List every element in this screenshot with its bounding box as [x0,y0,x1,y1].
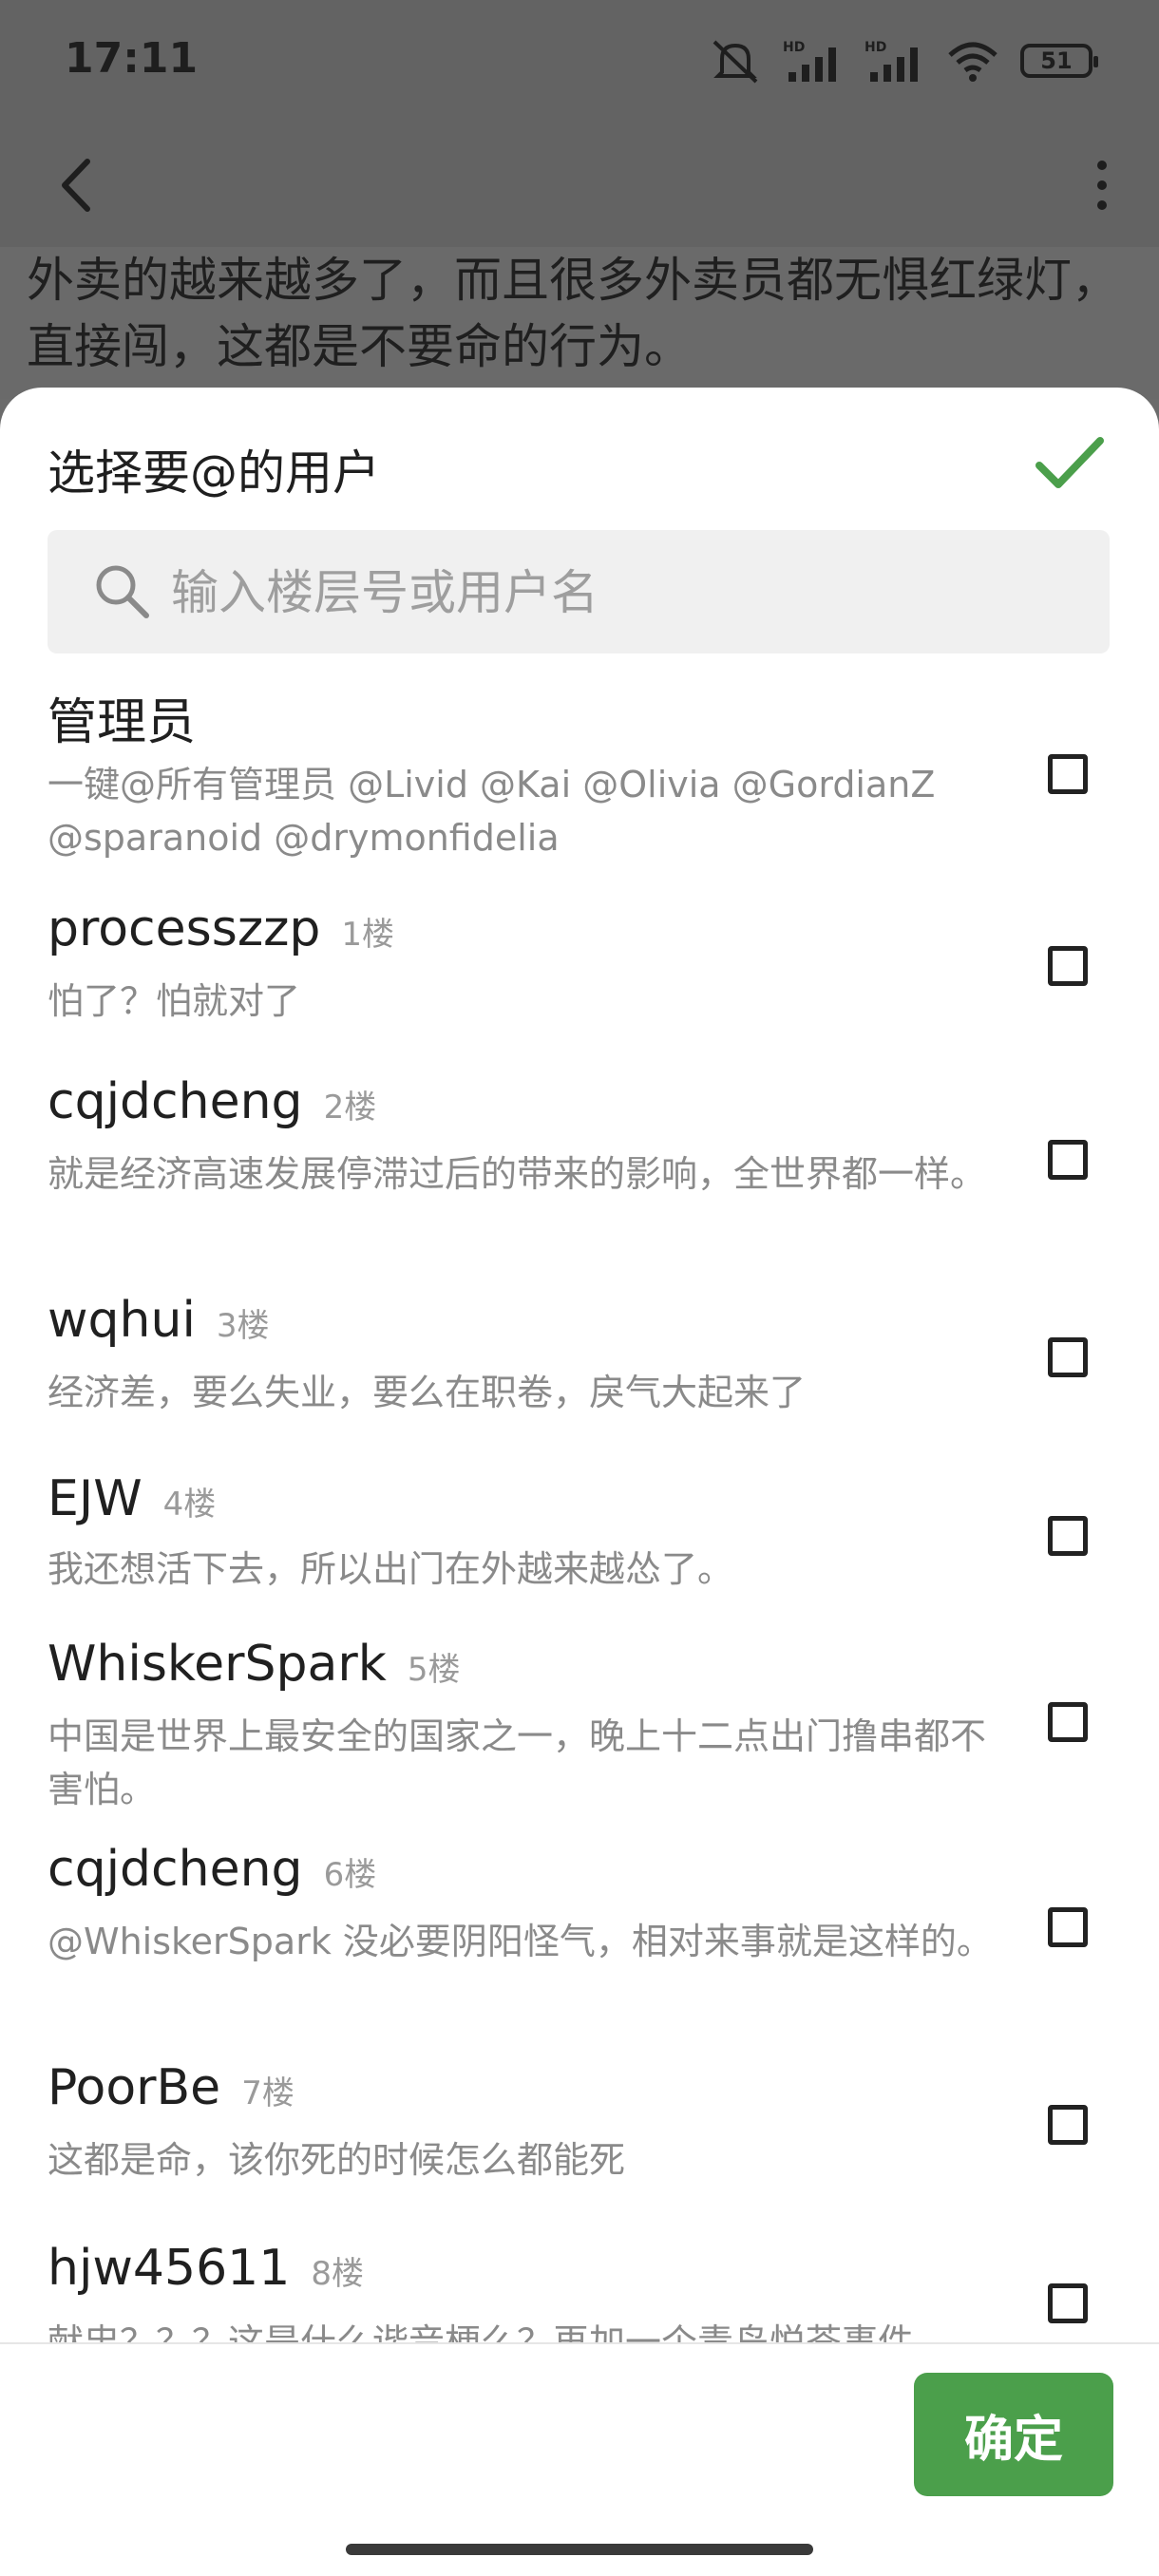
svg-text:HD: HD [783,40,805,55]
select-checkbox[interactable] [1048,1702,1088,1742]
user-name: wqhui 3楼 [48,1292,270,1349]
user-desc: 怕了？怕就对了 [48,980,301,1022]
user-name: hjw45611 8楼 [48,2240,364,2297]
select-checkbox[interactable] [1048,1140,1088,1180]
user-name: WhiskerSpark 5楼 [48,1636,461,1693]
floor-label: 8楼 [311,2255,364,2293]
user-name: PoorBe 7楼 [48,2059,294,2116]
select-checkbox[interactable] [1048,946,1088,986]
user-name-text: EJW [48,1470,142,1527]
battery-level: 51 [1040,47,1073,74]
home-indicator[interactable] [346,2544,813,2555]
select-checkbox[interactable] [1048,1907,1088,1947]
select-checkbox[interactable] [1048,754,1088,794]
user-name: 管理员 [48,682,196,753]
user-name-text: WhiskerSpark [48,1636,387,1693]
user-name: processzzp 1楼 [48,900,394,957]
user-name-text: processzzp [48,900,321,957]
floor-label: 4楼 [162,1486,217,1524]
back-arrow-icon[interactable] [48,152,104,218]
select-checkbox[interactable] [1048,1337,1088,1377]
user-desc: @WhiskerSpark 没必要阴阳怪气，相对来事就是这样的。 [48,1921,993,1962]
user-desc: 中国是世界上最安全的国家之一，晚上十二点出门撸串都不害怕。 [48,1715,987,1810]
post-text: 外卖的越来越多了，而且很多外卖员都无惧红绿灯，直接闯，这都是不要命的行为。 [27,253,1119,374]
footer-divider [0,2342,1159,2344]
mention-user-sheet: 选择要@的用户 管理员 一键@所有管理员 @Livid @Kai @Olivia… [0,388,1159,2576]
user-desc: 就是经济高速发展停滞过后的带来的影响，全世界都一样。 [48,1153,987,1195]
background-post: 外卖的越来越多了，而且很多外卖员都无惧红绿灯，直接闯，这都是不要命的行为。 [0,247,1159,399]
wifi-icon [948,42,998,82]
mute-icon [712,40,758,84]
floor-label: 3楼 [216,1307,270,1345]
user-name-text: cqjdcheng [48,1073,303,1130]
status-time: 17:11 [65,34,199,83]
svg-text:HD: HD [864,40,886,55]
select-checkbox[interactable] [1048,1516,1088,1556]
floor-label: 6楼 [323,1856,377,1894]
signal-2-icon: HD [864,40,918,82]
floor-label: 7楼 [241,2074,294,2112]
user-name: cqjdcheng 2楼 [48,1073,376,1130]
floor-label: 5楼 [407,1651,461,1689]
confirm-button[interactable]: 确定 [914,2373,1113,2496]
status-bar: 17:11 HD HD 51 [0,0,1159,123]
status-icons: HD HD 51 [709,38,1098,84]
user-name-text: wqhui [48,1292,196,1349]
more-vert-icon[interactable] [1083,152,1121,218]
floor-label: 2楼 [323,1089,377,1127]
user-name: cqjdcheng 6楼 [48,1841,376,1898]
signal-1-icon: HD [783,40,836,82]
user-desc: 一键@所有管理员 @Livid @Kai @Olivia @GordianZ @… [48,764,936,859]
user-desc: 献忠？？？这是什么谐音梗么？再加一个青岛悦荟事件 [48,2321,915,2342]
user-list: 管理员 一键@所有管理员 @Livid @Kai @Olivia @Gordia… [0,388,1159,2342]
user-name: EJW 4楼 [48,1470,216,1527]
user-name-text: 管理员 [48,694,197,751]
background-toolbar [0,123,1159,247]
user-desc: 经济差，要么失业，要么在职卷，戾气大起来了 [48,1372,807,1413]
select-checkbox[interactable] [1048,2105,1088,2145]
user-desc: 我还想活下去，所以出门在外越来越怂了。 [48,1548,734,1590]
user-name-text: cqjdcheng [48,1841,303,1898]
select-checkbox[interactable] [1048,2283,1088,2323]
user-name-text: hjw45611 [48,2240,291,2297]
user-name-text: PoorBe [48,2059,221,2116]
floor-label: 1楼 [341,916,395,954]
battery-icon: 51 [1020,44,1098,78]
user-desc: 这都是命，该你死的时候怎么都能死 [48,2139,626,2181]
